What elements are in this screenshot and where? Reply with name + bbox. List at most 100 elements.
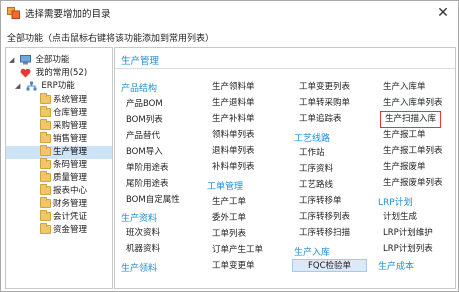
menu-item[interactable]: 工单列表 [212,228,246,241]
menu-item-scan-inbound-highlighted[interactable]: 生产扫描入库 [379,111,442,128]
menu-item[interactable]: 退料单列表 [212,145,255,158]
divider [115,68,455,69]
menu-item[interactable]: 工作站 [299,147,325,160]
menu-item[interactable]: 生产退料单 [212,97,255,110]
menu-item[interactable]: 工艺路线 [299,179,333,192]
menu-item[interactable]: 产品BOM [126,98,163,111]
tree-item-label: 销售管理 [53,134,88,144]
tree-item-label: 系统管理 [53,95,88,105]
function-panel: 生产管理 产品结构 产品BOM BOM列表 产品替代 BOM导入 单阶用途表 尾… [114,47,456,289]
tree-item-funds[interactable]: 资金管理 [40,223,88,237]
menu-item[interactable]: 尾阶用途表 [126,178,169,191]
menu-item[interactable]: 单阶用途表 [126,162,169,175]
category-production-picking: 生产领料 [121,264,158,274]
menu-item[interactable]: 工序资料 [299,163,333,176]
menu-item[interactable]: 生产报工单 [383,129,426,142]
tree-root-label: 全部功能 [35,55,70,65]
category-production-cost: 生产成本 [378,262,415,272]
computer-icon [19,55,31,65]
category-work-order: 工单管理 [207,182,244,192]
folder-icon [40,223,51,234]
menu-item[interactable]: 工单变更列表 [299,81,350,94]
description-text: 全部功能（点击鼠标右键将该功能添加到常用列表） [7,34,215,44]
menu-item[interactable]: 补料单列表 [212,161,255,174]
folder-icon [40,197,51,208]
tree-item-label: 条码管理 [53,160,88,170]
menu-item[interactable]: 生产工单 [212,196,246,209]
tree-item-favorites[interactable]: 我的常用(52) [20,67,87,80]
window-title: 选择需要增加的目录 [25,9,111,20]
menu-item[interactable]: 生产报工单列表 [383,145,443,158]
favorites-label: 我的常用(52) [35,68,88,78]
heart-icon [20,68,31,78]
menu-item[interactable]: 工单变更单 [212,260,255,273]
network-icon [26,81,37,91]
expand-arrow-icon[interactable]: ◢ [9,54,17,67]
menu-item[interactable]: 工序转移单 [299,195,342,208]
tree-item-label: 质量管理 [53,173,88,183]
tree-item-reports[interactable]: 报表中心 [40,184,87,198]
tree-item-label: 生产管理 [53,147,88,157]
folder-icon [40,158,51,169]
close-button[interactable]: ✕ [434,4,452,22]
folder-icon [40,106,51,117]
menu-item[interactable]: 计划生成 [383,211,417,224]
tree-item-production[interactable]: 生产管理 [6,145,112,159]
menu-item[interactable]: 订单产生工单 [212,244,263,257]
tree-item-purchase[interactable]: 采购管理 [40,119,88,133]
tree-item-warehouse[interactable]: 仓库管理 [40,106,88,120]
menu-item[interactable]: 班次资料 [126,227,160,240]
tree-item-system[interactable]: 系统管理 [40,93,88,107]
menu-item[interactable]: 工序转移扫描 [299,227,350,240]
folder-icon [40,171,51,182]
category-production-inbound: 生产入库 [294,248,331,258]
menu-item[interactable]: 生产报废单 [383,161,426,174]
menu-item[interactable]: 生产入库单 [383,81,426,94]
folder-icon [40,93,51,104]
folder-icon [40,145,51,156]
tree-item-label: 会计凭证 [53,212,88,222]
app-icon [7,7,20,19]
menu-item[interactable]: 工单转采购单 [299,97,350,110]
menu-item[interactable]: BOM自定属性 [126,194,180,207]
menu-item[interactable]: BOM导入 [126,146,163,159]
tree-item-label: 资金管理 [53,225,88,235]
menu-item[interactable]: 产品替代 [126,130,160,143]
menu-item[interactable]: LRP计划维护 [383,227,433,240]
function-tree[interactable]: ◢ 全部功能 我的常用(52) ◢ ERP功能 系统管理 仓库管理 采购管理 销… [5,47,113,289]
menu-item[interactable]: 领料单列表 [212,129,255,142]
tree-item-finance[interactable]: 财务管理 [40,197,88,211]
tree-item-erp[interactable]: ◢ ERP功能 [9,80,75,93]
menu-item[interactable]: 生产报废单列表 [383,177,443,190]
tree-item-voucher[interactable]: 会计凭证 [40,210,88,224]
dialog-window: 选择需要增加的目录 ✕ 全部功能（点击鼠标右键将该功能添加到常用列表） ◢ 全部… [0,0,459,292]
category-product-structure: 产品结构 [121,84,158,94]
category-process-route: 工艺线路 [294,134,331,144]
expand-arrow-icon[interactable]: ◢ [15,80,23,93]
menu-item[interactable]: 生产领料单 [212,81,255,94]
menu-item[interactable]: 委外工单 [212,212,246,225]
menu-item[interactable]: 生产入库单列表 [383,97,443,110]
menu-item[interactable]: LRP计划列表 [383,243,433,256]
tree-item-label: 财务管理 [53,199,88,209]
menu-item-fqc-selected[interactable]: FQC检验单 [292,259,367,272]
folder-icon [40,119,51,130]
menu-item[interactable]: 机器资料 [126,243,160,256]
tree-item-label: 仓库管理 [53,108,88,118]
title-bar: 选择需要增加的目录 ✕ [1,1,458,25]
erp-label: ERP功能 [41,81,75,91]
category-production-data: 生产资料 [121,214,158,224]
menu-item[interactable]: 工单追踪表 [299,113,342,126]
tree-root-all[interactable]: ◢ 全部功能 [9,54,69,67]
menu-item[interactable]: BOM列表 [126,114,163,127]
folder-icon [40,184,51,195]
tree-item-quality[interactable]: 质量管理 [40,171,88,185]
menu-item[interactable]: 生产补料单 [212,113,255,126]
tree-item-barcode[interactable]: 条码管理 [40,158,88,172]
menu-item[interactable]: 工序转移列表 [299,211,350,224]
tree-item-label: 采购管理 [53,121,88,131]
section-title: 生产管理 [121,56,160,67]
folder-icon [40,210,51,221]
tree-item-sales[interactable]: 销售管理 [40,132,88,146]
folder-icon [40,132,51,143]
